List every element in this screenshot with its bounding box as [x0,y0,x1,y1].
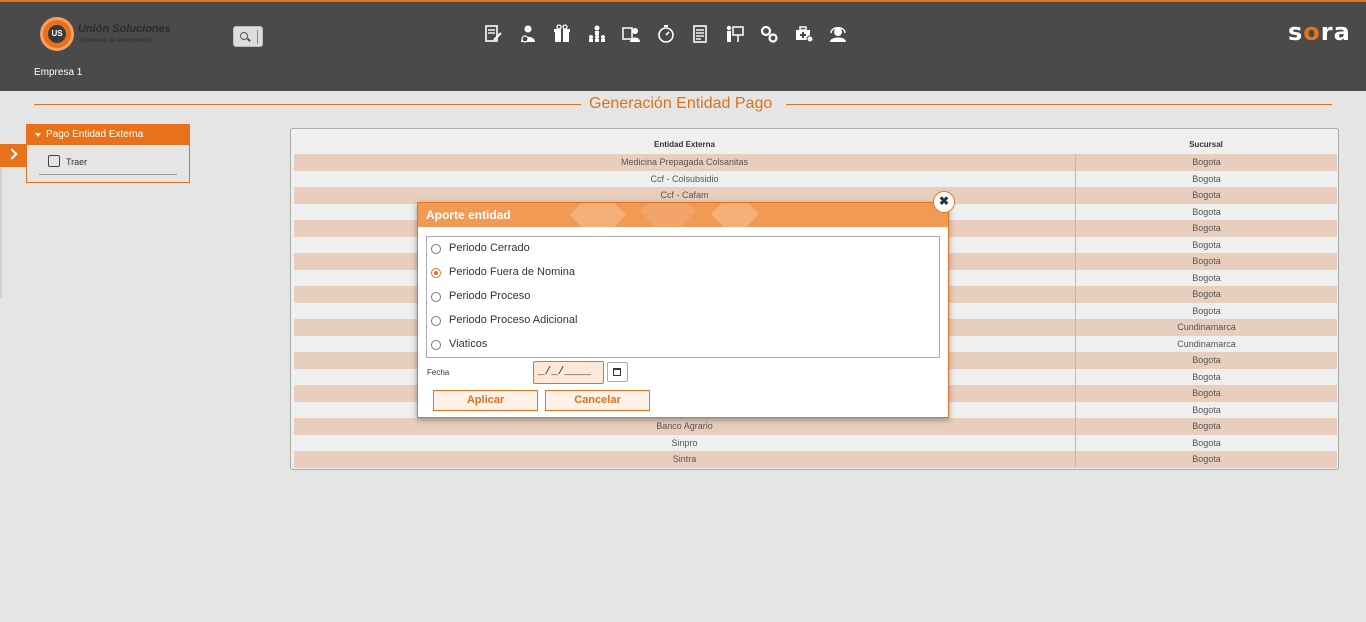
sidebar-toggle-button[interactable] [0,144,26,167]
sucursal-cell: Bogota [1075,203,1337,220]
brand-text-right: ra [1320,18,1351,46]
radio-button[interactable] [431,244,441,254]
table-row[interactable]: Sinpro Bogota [294,434,1337,451]
report-icon[interactable] [687,21,713,47]
entidad-cell: Sinpro [671,437,698,448]
dialog-header[interactable]: Aporte entidad [418,203,948,227]
calendar-button[interactable] [607,362,628,382]
user-badge-icon[interactable] [618,21,644,47]
brand-text-o: o [1303,18,1321,46]
logo-mark: US [40,17,74,51]
entidad-cell: Medicina Prepagada Colsanitas [620,157,749,167]
sucursal-cell: Bogota [1075,451,1337,468]
inbox-download-icon [48,155,60,167]
radio-label: Periodo Proceso [449,290,531,302]
entidad-cell: Banco Agrario [656,421,713,431]
radio-button[interactable] [431,268,441,278]
sucursal-cell: Bogota [1075,401,1337,418]
apply-button[interactable]: Aplicar [433,390,538,411]
table-row[interactable]: Sintra Bogota [294,451,1337,468]
radio-label: Viaticos [449,338,488,350]
radio-button[interactable] [431,340,441,350]
aporte-entidad-dialog: Aporte entidad Periodo Cerrado Periodo Fu… [417,202,949,418]
sucursal-cell: Bogota [1075,269,1337,286]
radio-label: Periodo Fuera de Nomina [449,266,575,278]
brand-text-left: s [1288,18,1304,46]
search-button[interactable] [233,26,263,47]
radio-label: Periodo Cerrado [449,242,530,254]
sucursal-cell: Bogota [1075,302,1337,319]
module-toolbar [480,21,860,47]
calendar-icon [613,368,621,376]
page-title: Generación Entidad Pago [589,95,773,112]
sucursal-cell: Bogota [1075,368,1337,385]
entidad-cell: Sintra [672,454,697,464]
sucursal-cell: Bogota [1075,170,1337,187]
actions-panel: Pago Entidad Externa Traer [26,124,190,183]
sidebar-item-traer[interactable]: Traer [27,145,189,175]
logo-subtitle: Sistemas de Información [80,37,152,44]
sucursal-cell: Bogota [1075,286,1337,303]
org-chart-icon[interactable] [584,21,610,47]
sucursal-cell: Bogota [1075,236,1337,253]
caret-down-icon [35,133,41,137]
document-edit-icon[interactable] [480,21,506,47]
gift-icon[interactable] [549,21,575,47]
brand-logo: sora [1288,18,1351,46]
header-decoration [710,203,760,227]
panel-separator [39,174,177,175]
logo-mark-text: US [48,25,66,43]
table-row[interactable]: Banco Agrario Bogota [294,418,1337,435]
fecha-label: Fecha [427,368,450,377]
medical-kit-icon[interactable] [791,21,817,47]
radio-label: Periodo Proceso Adicional [449,314,578,326]
fecha-input[interactable]: _/_/____ [533,361,604,384]
company-logo[interactable]: US Unión Soluciones Sistemas de Informac… [40,17,180,51]
gears-icon[interactable] [756,21,782,47]
logo-name: Unión Soluciones [78,23,171,35]
support-agent-icon[interactable] [825,21,851,47]
title-divider-left [34,104,581,105]
sidebar-edge [0,168,2,298]
stopwatch-icon[interactable] [653,21,679,47]
header-decoration [569,203,627,227]
column-header-entidad[interactable]: Entidad Externa [294,140,1075,149]
sucursal-cell: Bogota [1075,418,1337,435]
company-name[interactable]: Empresa 1 [34,67,82,78]
entidad-cell: Ccf - Colsubsidio [650,173,719,184]
sucursal-cell: Cundinamarca [1075,335,1337,352]
sucursal-cell: Bogota [1075,253,1337,270]
period-radio-group: Periodo Cerrado Periodo Fuera de Nomina Pe… [426,236,940,358]
sucursal-cell: Bogota [1075,220,1337,237]
column-header-sucursal[interactable]: Sucursal [1075,140,1337,149]
sucursal-cell: Bogota [1075,154,1337,171]
cancel-button[interactable]: Cancelar [545,390,650,411]
close-dialog-button[interactable]: ✖ [933,191,955,213]
presentation-icon[interactable] [722,21,748,47]
sidebar-item-label: Traer [66,157,88,167]
actions-panel-header[interactable]: Pago Entidad Externa [27,125,189,145]
radio-button[interactable] [431,316,441,326]
table-row[interactable]: Ccf - Colsubsidio Bogota [294,170,1337,187]
table-row[interactable]: Medicina Prepagada Colsanitas Bogota [294,154,1337,171]
sucursal-cell: Bogota [1075,352,1337,369]
top-header: US Unión Soluciones Sistemas de Informac… [0,0,1366,91]
dialog-title: Aporte entidad [426,208,511,222]
sucursal-cell: Bogota [1075,187,1337,204]
header-decoration [639,203,697,227]
title-divider-right [786,104,1332,105]
sucursal-cell: Bogota [1075,434,1337,451]
user-money-icon[interactable] [515,21,541,47]
radio-button[interactable] [431,292,441,302]
table-header: Entidad Externa Sucursal [294,137,1337,153]
search-divider [257,30,258,44]
actions-panel-title: Pago Entidad Externa [46,129,144,140]
sucursal-cell: Cundinamarca [1075,319,1337,336]
search-icon [240,32,248,40]
sucursal-cell: Bogota [1075,385,1337,402]
chevron-right-icon [6,148,18,160]
